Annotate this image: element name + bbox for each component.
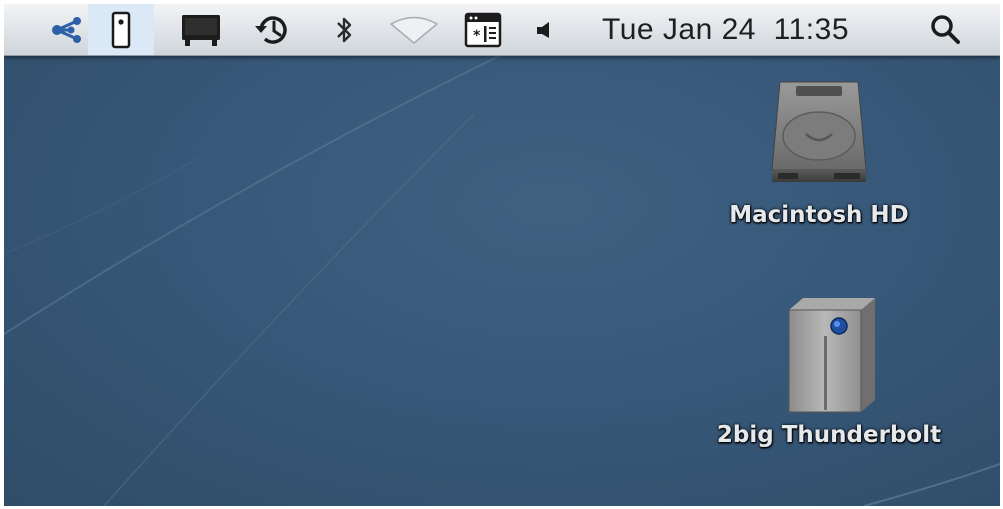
menu-bar: * Tue Jan 24 11:35: [4, 4, 1000, 56]
display-menu-extra[interactable]: [176, 4, 226, 55]
external-drive-icon: [788, 298, 875, 413]
desktop-item-label: 2big Thunderbolt: [716, 422, 942, 448]
device-status-icon: [111, 11, 131, 48]
desktop-item-macintosh-hd[interactable]: Macintosh HD: [704, 74, 934, 244]
menu-bar-clock[interactable]: Tue Jan 24 11:35: [602, 4, 849, 55]
share-menu-extra[interactable]: [48, 4, 88, 55]
window-status-icon: *: [464, 12, 502, 47]
device-menu-extra[interactable]: [88, 4, 154, 55]
desktop-background[interactable]: Macintosh HD 2big Thunderbolt: [4, 4, 1000, 506]
spotlight-menu-extra[interactable]: [922, 4, 968, 55]
time-machine-menu-extra[interactable]: [248, 4, 296, 55]
volume-icon: [537, 21, 549, 38]
desktop-item-2big-thunderbolt[interactable]: 2big Thunderbolt: [694, 294, 964, 474]
wifi-icon: [390, 16, 438, 44]
screen: Macintosh HD 2big Thunderbolt * Tue Jan …: [4, 4, 1000, 506]
search-icon: [931, 14, 960, 44]
status-menu-extra[interactable]: *: [460, 4, 506, 55]
hard-drive-icon: [771, 81, 867, 182]
wifi-menu-extra[interactable]: [386, 4, 442, 55]
time-machine-icon: [255, 15, 287, 44]
share-network-icon: [52, 16, 81, 43]
desktop-item-label: Macintosh HD: [729, 202, 909, 228]
bluetooth-icon: [337, 17, 352, 42]
volume-menu-extra[interactable]: [530, 4, 560, 55]
display-icon: [182, 14, 220, 46]
svg-text:*: *: [473, 28, 481, 44]
bluetooth-menu-extra[interactable]: [324, 4, 364, 55]
